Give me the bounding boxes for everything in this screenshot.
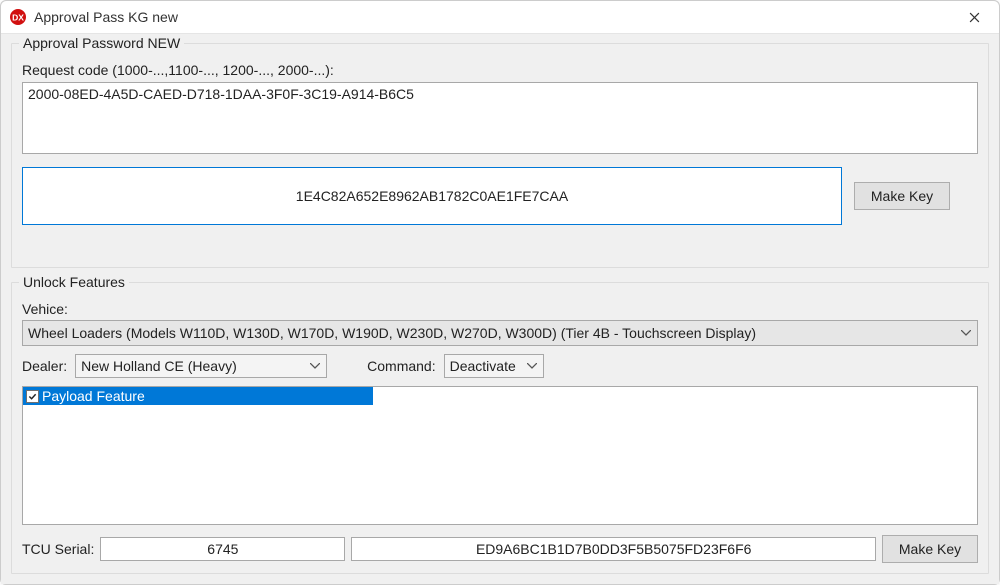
- request-code-label: Request code (1000-...,1100-..., 1200-..…: [22, 62, 978, 78]
- list-item[interactable]: Payload Feature: [23, 387, 373, 405]
- unlock-output-input[interactable]: [351, 537, 876, 561]
- dealer-label: Dealer:: [22, 358, 67, 374]
- close-button[interactable]: [951, 1, 997, 33]
- tcu-serial-input[interactable]: [100, 537, 345, 561]
- feature-listbox[interactable]: Payload Feature: [22, 386, 978, 525]
- svg-text:DX: DX: [12, 13, 24, 23]
- tcu-serial-label: TCU Serial:: [22, 541, 94, 557]
- group-approval-password: Approval Password NEW Request code (1000…: [11, 43, 989, 268]
- make-key-button-bottom[interactable]: Make Key: [882, 535, 978, 563]
- checkbox-icon[interactable]: [26, 390, 39, 403]
- make-key-button-top[interactable]: Make Key: [854, 182, 950, 210]
- group-unlock-features: Unlock Features Vehice: Wheel Loaders (M…: [11, 282, 989, 574]
- command-select[interactable]: Deactivate: [444, 354, 544, 378]
- vehicle-select[interactable]: Wheel Loaders (Models W110D, W130D, W170…: [22, 320, 978, 346]
- request-code-input[interactable]: 2000-08ED-4A5D-CAED-D718-1DAA-3F0F-3C19-…: [22, 82, 978, 154]
- group-legend-approval: Approval Password NEW: [19, 35, 184, 51]
- titlebar[interactable]: DX Approval Pass KG new: [1, 1, 999, 34]
- app-icon: DX: [9, 8, 27, 26]
- list-item-label: Payload Feature: [42, 388, 145, 404]
- window-body: Approval Password NEW Request code (1000…: [1, 34, 999, 584]
- window: DX Approval Pass KG new Approval Passwor…: [0, 0, 1000, 585]
- dealer-select[interactable]: New Holland CE (Heavy): [75, 354, 327, 378]
- close-icon: [969, 12, 980, 23]
- vehicle-label: Vehice:: [22, 301, 978, 317]
- key-result-input[interactable]: [22, 167, 842, 225]
- window-title: Approval Pass KG new: [34, 9, 951, 25]
- group-legend-unlock: Unlock Features: [19, 274, 129, 290]
- command-label: Command:: [367, 358, 435, 374]
